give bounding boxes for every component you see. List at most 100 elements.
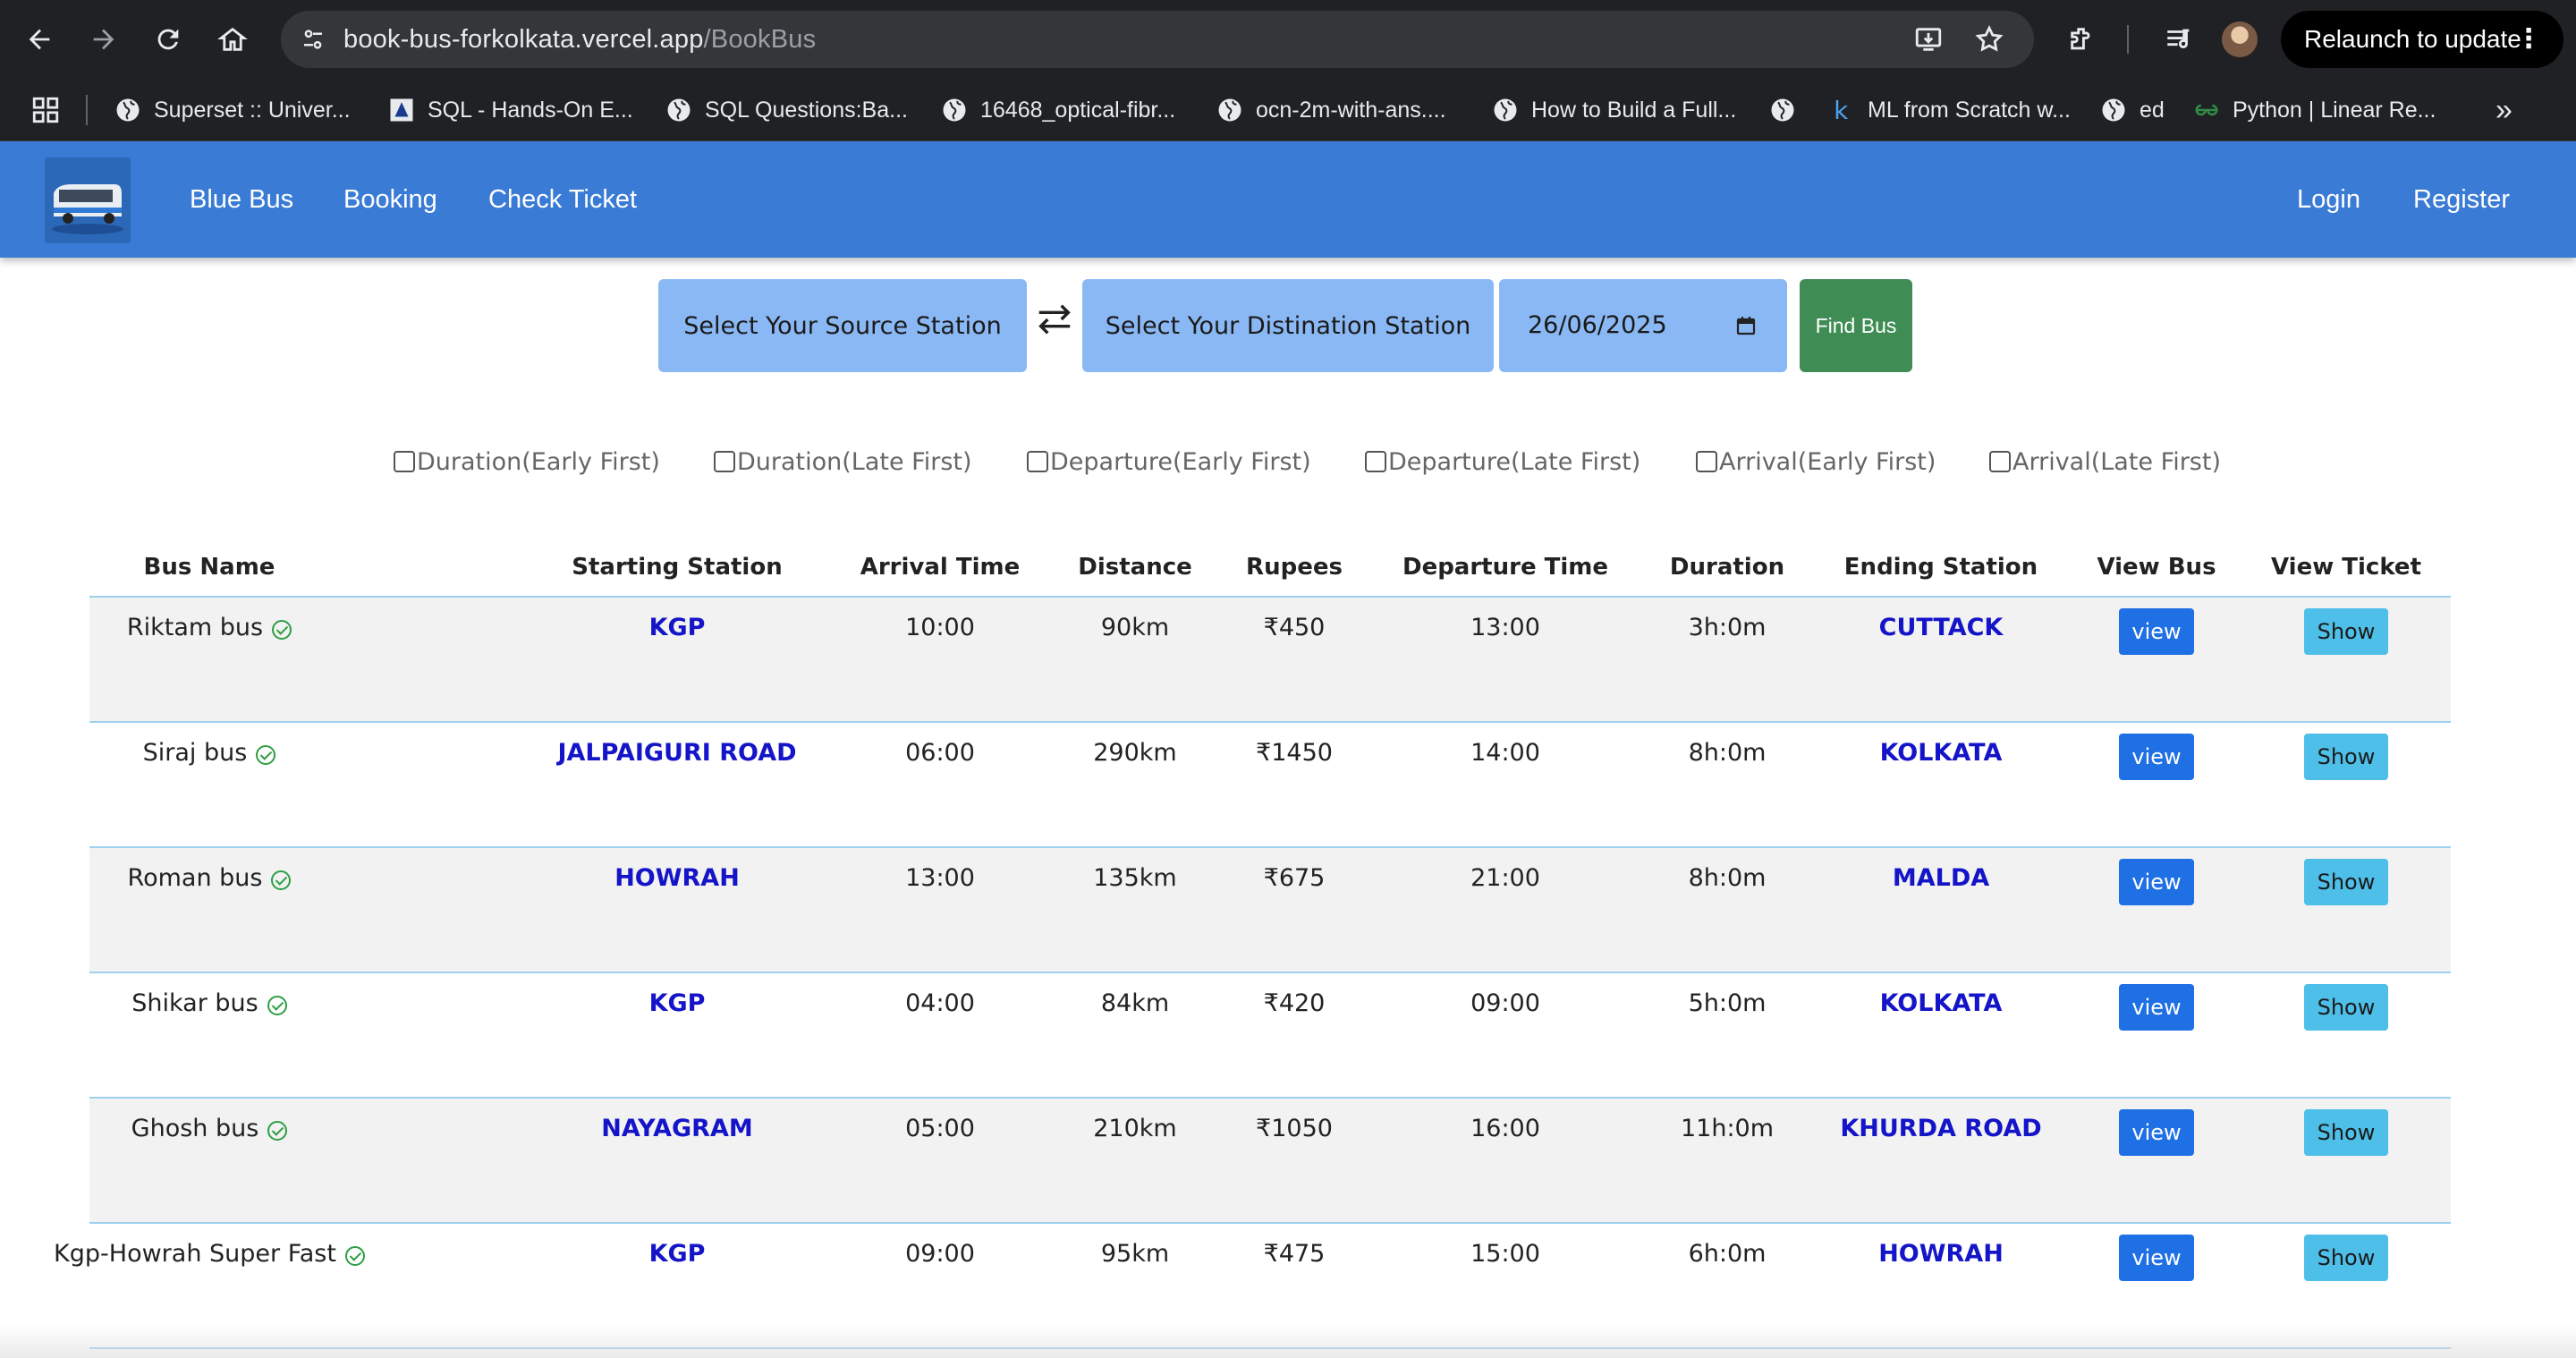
header-ending-station: Ending Station <box>1843 554 2038 581</box>
filter-arrival-late[interactable]: Arrival(Late First) <box>1989 444 2221 480</box>
source-station-select[interactable]: Select Your Source Station <box>658 279 1027 372</box>
bookmark-label: SQL Questions:Ba... <box>705 97 908 123</box>
bookmark-label: ocn-2m-with-ans.... <box>1256 97 1446 123</box>
duration-cell: 8h:0m <box>1688 739 1767 767</box>
login-link[interactable]: Login <box>2297 141 2360 258</box>
star-icon <box>1975 24 2004 52</box>
filter-arrival-early[interactable]: Arrival(Early First) <box>1696 444 1936 480</box>
view-bus-button[interactable]: view <box>2119 608 2194 655</box>
travel-date-value: 26/06/2025 <box>1528 311 1667 339</box>
view-bus-button[interactable]: view <box>2119 984 2194 1031</box>
relaunch-button[interactable]: Relaunch to update ⋮ <box>2281 11 2563 68</box>
arrival-time-cell: 09:00 <box>905 1240 975 1268</box>
checkbox[interactable] <box>714 451 735 472</box>
reload-button[interactable] <box>147 18 190 61</box>
find-bus-button[interactable]: Find Bus <box>1800 279 1912 372</box>
apps-grid-icon[interactable] <box>30 95 61 125</box>
show-ticket-button[interactable]: Show <box>2304 1235 2388 1281</box>
table-row: Ghosh bus NAYAGRAM 05:00 210km ₹1050 16:00 11h… <box>89 1099 2451 1222</box>
filter-label: Arrival(Early First) <box>1719 447 1936 476</box>
profile-avatar[interactable] <box>2222 21 2258 57</box>
forward-button[interactable] <box>82 18 125 61</box>
bookmark-star-button[interactable] <box>1971 21 2007 57</box>
filter-departure-late[interactable]: Departure(Late First) <box>1365 444 1640 480</box>
filter-departure-early[interactable]: Departure(Early First) <box>1027 444 1311 480</box>
bus-name-cell: Shikar bus <box>4 973 415 1034</box>
bookmark-item[interactable]: 16468_optical-fibr... <box>941 79 1175 141</box>
bookmark-item[interactable]: How to Build a Full... <box>1492 79 1736 141</box>
checkbox[interactable] <box>394 451 415 472</box>
distance-cell: 290km <box>1093 739 1177 767</box>
nav-check-ticket-link[interactable]: Check Ticket <box>488 141 637 258</box>
nav-booking-link[interactable]: Booking <box>343 141 437 258</box>
back-button[interactable] <box>18 18 61 61</box>
checkbox[interactable] <box>1027 451 1048 472</box>
bookmark-item[interactable]: Superset :: Univer... <box>114 79 351 141</box>
bookmark-item[interactable]: SQL Questions:Ba... <box>665 79 908 141</box>
site-icon <box>388 97 415 123</box>
verified-check-icon <box>267 1121 288 1141</box>
bookmark-item[interactable]: Python | Linear Re... <box>2193 79 2436 141</box>
bookmark-item[interactable]: SQL - Hands-On E... <box>388 79 633 141</box>
header-departure-time: Departure Time <box>1402 554 1608 581</box>
filter-label: Departure(Early First) <box>1050 447 1311 476</box>
bus-logo[interactable] <box>45 157 131 243</box>
header-view-bus: View Bus <box>2097 554 2216 581</box>
bookmark-item[interactable]: ocn-2m-with-ans.... <box>1216 79 1446 141</box>
departure-time-cell: 13:00 <box>1470 614 1540 641</box>
bookmark-item[interactable]: ed <box>2100 79 2165 141</box>
chevron-double-right-icon[interactable]: » <box>2496 93 2512 128</box>
checkbox[interactable] <box>1989 451 2011 472</box>
show-ticket-button[interactable]: Show <box>2304 984 2388 1031</box>
verified-check-icon <box>256 745 276 765</box>
departure-time-cell: 15:00 <box>1470 1240 1540 1268</box>
bookmark-item[interactable] <box>1769 79 1809 141</box>
verified-check-icon <box>271 870 292 890</box>
filter-duration-early[interactable]: Duration(Early First) <box>394 444 660 480</box>
distance-cell: 210km <box>1093 1115 1177 1142</box>
departure-time-cell: 14:00 <box>1470 739 1540 767</box>
register-link[interactable]: Register <box>2413 141 2510 258</box>
svg-text:k: k <box>1834 97 1848 123</box>
address-bar[interactable]: book-bus-forkolkata.vercel.app/BookBus <box>281 11 2034 68</box>
rupees-cell: ₹420 <box>1263 989 1326 1017</box>
destination-station-select[interactable]: Select Your Distination Station <box>1082 279 1494 372</box>
ending-station-cell: KOLKATA <box>1879 739 2003 767</box>
view-bus-button[interactable]: view <box>2119 1109 2194 1156</box>
more-menu-icon[interactable]: ⋮ <box>2515 11 2542 68</box>
checkbox[interactable] <box>1696 451 1717 472</box>
view-bus-button[interactable]: view <box>2119 1235 2194 1281</box>
ending-station-cell: CUTTACK <box>1878 614 2004 641</box>
filter-label: Departure(Late First) <box>1388 447 1641 476</box>
calendar-icon[interactable] <box>1735 315 1757 336</box>
checkbox[interactable] <box>1365 451 1386 472</box>
bus-name-text: Ghosh bus <box>131 1115 259 1142</box>
bookmark-label: 16468_optical-fibr... <box>980 97 1176 123</box>
starting-station-cell: KGP <box>648 1240 706 1268</box>
duration-cell: 8h:0m <box>1688 864 1767 892</box>
extensions-button[interactable] <box>2063 20 2102 59</box>
show-ticket-button[interactable]: Show <box>2304 1109 2388 1156</box>
home-button[interactable] <box>211 18 254 61</box>
swap-arrows-icon[interactable] <box>1034 299 1075 340</box>
install-app-button[interactable] <box>1911 21 1946 57</box>
show-ticket-button[interactable]: Show <box>2304 608 2388 655</box>
filter-duration-late[interactable]: Duration(Late First) <box>714 444 972 480</box>
media-control-button[interactable] <box>2159 20 2199 59</box>
bus-name-cell: Ghosh bus <box>4 1099 415 1159</box>
bus-icon <box>45 157 131 243</box>
view-bus-button[interactable]: view <box>2119 734 2194 780</box>
travel-date-input[interactable]: 26/06/2025 <box>1499 279 1787 372</box>
table-row: Shikar bus KGP 04:00 84km ₹420 09:00 5h:0m KOLK… <box>89 973 2451 1097</box>
arrival-time-cell: 10:00 <box>905 614 975 641</box>
brand-link[interactable]: Blue Bus <box>190 141 293 258</box>
show-ticket-button[interactable]: Show <box>2304 859 2388 905</box>
site-info-button[interactable] <box>293 20 333 59</box>
header-distance: Distance <box>1078 554 1192 581</box>
show-ticket-button[interactable]: Show <box>2304 734 2388 780</box>
filter-label: Arrival(Late First) <box>2012 447 2221 476</box>
globe-icon <box>941 97 968 123</box>
view-bus-button[interactable]: view <box>2119 859 2194 905</box>
duration-cell: 3h:0m <box>1688 614 1767 641</box>
bookmark-item[interactable]: k ML from Scratch w... <box>1828 79 2071 141</box>
